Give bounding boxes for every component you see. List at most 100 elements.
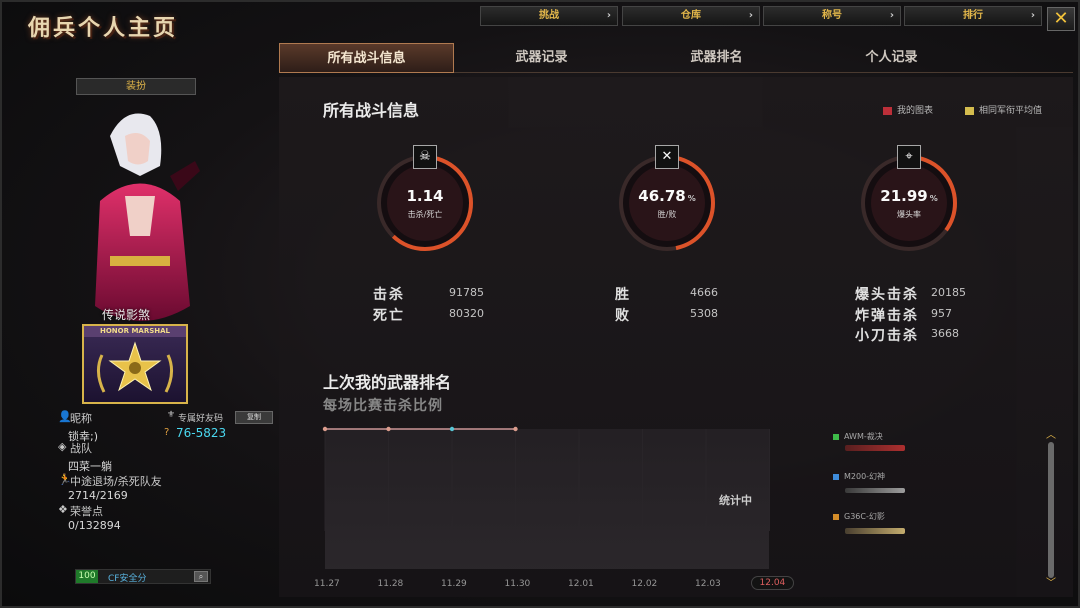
deaths-label: 死亡 (373, 308, 405, 324)
legend-label: 我的图表 (897, 106, 934, 116)
deaths-value: 80320 (449, 307, 484, 320)
weapon-item[interactable]: G36C-幻影 (833, 511, 885, 522)
weapon-item[interactable]: AWM-裁决 (833, 431, 883, 442)
copy-button[interactable]: 复制 (235, 411, 273, 424)
gauge-kd: 1.14 击杀/死亡 ☠ (371, 145, 479, 257)
tab-personal-records[interactable]: 个人记录 (804, 43, 979, 73)
kills-label: 击杀 (373, 287, 405, 303)
leave-kill-label: 中途退场/杀死队友 (70, 475, 162, 488)
honor-icon: ❖ (58, 503, 68, 516)
x-tick-label: 11.27 (314, 579, 340, 589)
gauge-unit: % (687, 194, 696, 203)
weapon-swatch (833, 433, 839, 440)
gauge-label: 爆头率 (897, 210, 921, 219)
weapon-ranking-heading: 上次我的武器排名 (323, 373, 452, 392)
wins-label: 胜 (615, 287, 631, 303)
safety-label: CF安全分 (108, 574, 147, 584)
legend-swatch (965, 106, 974, 115)
legend-label: 相同军衔平均值 (979, 106, 1043, 116)
weapon-swatch (833, 513, 839, 520)
window-title: 佣兵个人主页 (28, 16, 179, 41)
search-icon[interactable]: ⌕ (194, 571, 208, 582)
tab-bar: 所有战斗信息 武器记录 武器排名 个人记录 (279, 43, 1073, 73)
data-point[interactable] (322, 426, 328, 432)
nav-rank-button[interactable]: 排行 › (904, 6, 1042, 26)
weapon-ranking-subheading: 每场比赛击杀比例 (323, 398, 443, 414)
scroll-down-icon[interactable]: ﹀ (1044, 579, 1058, 589)
scrollbar-thumb[interactable] (1048, 442, 1054, 578)
leave-kill-value: 2714/2169 (68, 489, 128, 502)
gauge-winrate: 46.78% 胜/败 ✕ (613, 145, 721, 257)
gauge-number: 21.99 (880, 187, 928, 205)
nav-label: 称号 (822, 10, 842, 21)
gauge-label: 胜/败 (657, 210, 677, 219)
x-tick-label: 11.29 (441, 579, 467, 589)
headshot-icon: ⌖ (897, 145, 921, 169)
tab-weapon-ranking[interactable]: 武器排名 (629, 43, 804, 73)
friend-code-value: 76-5823 (176, 426, 227, 440)
weapon-swatch (833, 473, 839, 480)
window-frame: 佣兵个人主页 挑战 › 仓库 › 称号 › 排行 › ✕ 所有战斗信息 武器记录 武器排… (0, 0, 1080, 608)
team-value: 四菜一躺 (68, 460, 112, 473)
data-point[interactable] (449, 426, 455, 432)
data-point[interactable] (513, 426, 518, 432)
team-label: 战队 (70, 442, 92, 455)
chevron-right-icon: › (606, 10, 611, 21)
weapon-item[interactable]: M200-幻神 (833, 471, 885, 482)
friend-code-label: 专属好友码 (178, 414, 224, 424)
safety-score: 100 (76, 570, 98, 583)
x-tick-label: 12.02 (631, 579, 658, 589)
tab-all-battle-info[interactable]: 所有战斗信息 (279, 43, 454, 73)
wins-value: 4666 (690, 286, 718, 299)
close-icon: ✕ (1053, 8, 1069, 29)
crossed-guns-icon: ✕ (655, 145, 679, 169)
friend-code-icon: ⚜ (167, 410, 176, 420)
nav-warehouse-button[interactable]: 仓库 › (622, 6, 760, 26)
honor-label: 荣誉点 (70, 505, 103, 518)
main-panel: 所有战斗信息 我的图表 相同军衔平均值 1.14 击杀/死亡 ☠ 46.78% … (279, 77, 1073, 597)
rank-badge: HONOR MARSHAL (82, 324, 188, 404)
nav-label: 仓库 (681, 10, 701, 21)
gauge-value: 1.14 (371, 187, 479, 205)
x-tick-label: 12.03 (695, 579, 721, 589)
weapon-name: M200-幻神 (844, 472, 886, 481)
battle-heading: 所有战斗信息 (323, 101, 420, 120)
gauge-number: 46.78 (638, 187, 686, 205)
chevron-right-icon: › (889, 10, 894, 21)
dressup-button[interactable]: 装扮 (76, 78, 196, 95)
data-point[interactable] (386, 426, 391, 432)
legend-my-chart: 我的图表 (883, 103, 933, 116)
character-name: 传说影煞 (102, 308, 151, 322)
knife-kills-label: 小刀击杀 (855, 328, 919, 344)
nickname-label: 昵称 (70, 412, 92, 425)
headshot-kills-value: 20185 (931, 286, 966, 299)
knife-kills-value: 3668 (931, 327, 959, 340)
kills-value: 91785 (449, 286, 484, 299)
rifle-icon (845, 528, 905, 534)
close-button[interactable]: ✕ (1047, 7, 1075, 31)
losses-label: 败 (615, 308, 631, 324)
help-icon: ? (164, 427, 170, 438)
headshot-kills-label: 爆头击杀 (855, 287, 919, 303)
x-tick-label: 11.28 (377, 579, 404, 589)
grenade-kills-label: 炸弹击杀 (855, 308, 919, 324)
nav-challenge-button[interactable]: 挑战 › (480, 6, 618, 26)
badge-label: HONOR MARSHAL (84, 326, 186, 337)
legend-swatch (883, 106, 892, 115)
skull-icon: ☠ (413, 145, 437, 169)
nav-label: 排行 (963, 10, 983, 21)
nav-title-button[interactable]: 称号 › (763, 6, 901, 26)
marshal-star-icon (97, 341, 173, 393)
gauge-value: 21.99% (855, 187, 963, 205)
scroll-up-icon[interactable]: ︿ (1044, 431, 1058, 441)
tab-weapon-records[interactable]: 武器记录 (454, 43, 629, 73)
chart-status: 统计中 (719, 494, 752, 507)
x-tick-label[interactable]: 12.04 (750, 576, 795, 590)
gauge-label: 击杀/死亡 (407, 210, 443, 219)
weapon-name: AWM-裁决 (844, 432, 883, 441)
team-icon: ◈ (58, 440, 67, 453)
losses-value: 5308 (690, 307, 718, 320)
legend-average: 相同军衔平均值 (965, 103, 1042, 116)
scrollbar[interactable]: ︿ ﹀ (1044, 431, 1058, 590)
rifle-icon (845, 488, 905, 493)
